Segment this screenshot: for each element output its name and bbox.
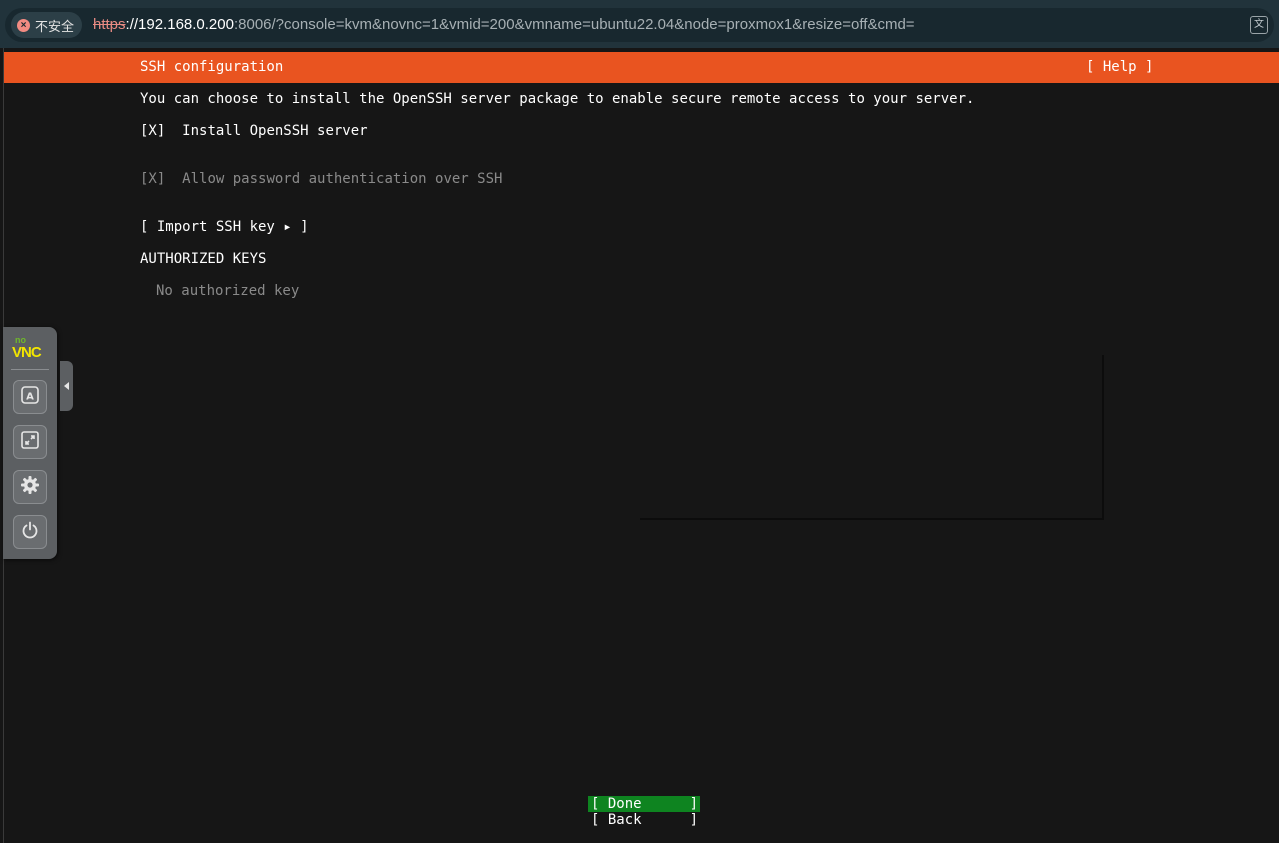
warning-icon: ×: [17, 18, 30, 32]
novnc-logo: no VNC: [11, 335, 49, 361]
authorized-keys-heading: AUTHORIZED KEYS: [140, 251, 267, 267]
done-button-label: [ Done: [591, 796, 642, 812]
security-chip[interactable]: × 不安全: [11, 12, 83, 38]
security-label: 不安全: [35, 18, 75, 34]
intro-text: You can choose to install the OpenSSH se…: [140, 91, 975, 107]
console-artifact: [640, 355, 1104, 520]
keyboard-button[interactable]: A: [13, 380, 47, 414]
url-field[interactable]: × 不安全 https://192.168.0.200:8006/?consol…: [5, 8, 1274, 42]
install-openssh-checkbox[interactable]: [X]: [140, 123, 165, 139]
fullscreen-button[interactable]: [13, 425, 47, 459]
translate-icon[interactable]: 文: [1250, 16, 1268, 34]
divider: [11, 369, 49, 370]
allow-password-checkbox[interactable]: [X]: [140, 171, 165, 187]
control-bar-handle[interactable]: [60, 361, 73, 411]
chevron-left-icon: [64, 382, 69, 390]
installer-header: SSH configuration [ Help ]: [4, 52, 1279, 83]
done-button[interactable]: [ Done ]: [588, 796, 700, 812]
help-button[interactable]: [ Help ]: [1086, 59, 1153, 75]
install-openssh-option[interactable]: [X] Install OpenSSH server: [140, 123, 368, 139]
vm-console[interactable]: SSH configuration [ Help ] You can choos…: [3, 48, 1279, 843]
power-button[interactable]: [13, 515, 47, 549]
page-title: SSH configuration: [140, 59, 284, 75]
url-host: ://192.168.0.200: [125, 16, 234, 33]
back-button-label: [ Back: [591, 812, 642, 828]
url-rest: :8006/?console=kvm&novnc=1&vmid=200&vmna…: [233, 16, 915, 33]
novnc-logo-vnc: VNC: [12, 344, 42, 361]
svg-text:A: A: [26, 392, 34, 403]
settings-button[interactable]: [13, 470, 47, 504]
url-scheme: https: [93, 16, 126, 33]
gear-icon: [19, 474, 41, 500]
power-icon: [20, 520, 40, 544]
browser-address-bar: × 不安全 https://192.168.0.200:8006/?consol…: [0, 0, 1279, 48]
import-ssh-key-button[interactable]: [ Import SSH key ▸ ]: [140, 219, 309, 235]
keyboard-icon: A: [20, 385, 40, 409]
back-button[interactable]: [ Back ]: [588, 812, 700, 828]
fullscreen-icon: [20, 430, 40, 454]
back-button-bracket: ]: [689, 812, 698, 828]
install-openssh-label: Install OpenSSH server: [182, 123, 368, 139]
no-authorized-key-text: No authorized key: [156, 283, 300, 299]
done-button-bracket: ]: [689, 796, 698, 812]
url-text[interactable]: https://192.168.0.200:8006/?console=kvm&…: [93, 16, 915, 33]
allow-password-label: Allow password authentication over SSH: [182, 171, 503, 187]
allow-password-option[interactable]: [X] Allow password authentication over S…: [140, 171, 502, 187]
novnc-control-bar: no VNC A: [3, 327, 57, 559]
